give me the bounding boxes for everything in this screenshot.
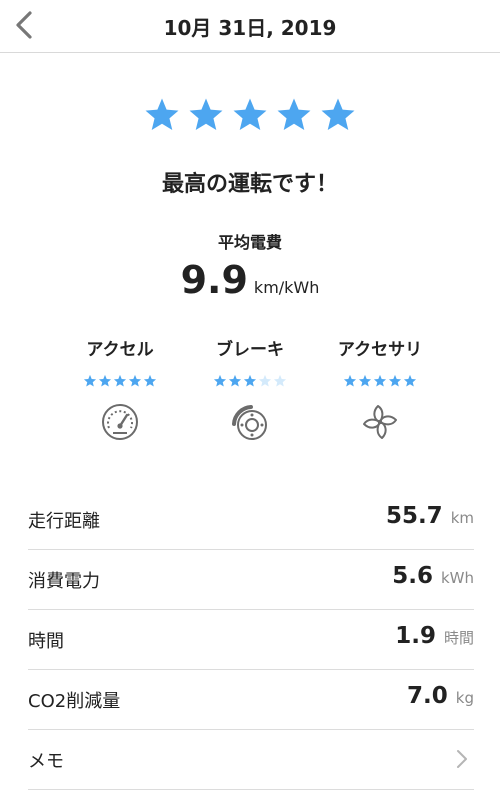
star-filled-icon xyxy=(343,374,357,387)
stat-value: 7.0 xyxy=(407,683,448,709)
star-filled-icon xyxy=(358,374,372,387)
top-bar: 10月 31日, 2019 xyxy=(0,0,500,53)
speedometer-icon xyxy=(102,404,138,440)
rating-headline: 最高の運転です！ xyxy=(161,172,338,197)
avg-efficiency: 9.9 km/kWh xyxy=(0,258,500,302)
stat-row-time: 時間 1.9 時間 xyxy=(28,610,474,670)
stat-row-energy: 消費電力 5.6 kWh xyxy=(28,550,474,610)
avg-efficiency-label: 平均電費 xyxy=(217,233,282,252)
star-filled-icon xyxy=(98,374,112,387)
star-empty-icon xyxy=(258,374,272,387)
stat-label: 消費電力 xyxy=(28,571,100,592)
category-label: アクセサリ xyxy=(337,340,423,360)
stat-row-co2: CO2削減量 7.0 kg xyxy=(28,670,474,730)
stat-unit: km xyxy=(450,509,474,527)
stat-value: 55.7 xyxy=(385,503,443,529)
star-filled-icon xyxy=(145,98,179,131)
star-filled-icon xyxy=(83,374,97,387)
star-filled-icon xyxy=(277,98,311,131)
star-filled-icon xyxy=(388,374,402,387)
star-filled-icon xyxy=(233,98,267,131)
chevron-right-icon xyxy=(457,750,467,768)
page-title: 10月 31日, 2019 xyxy=(163,16,337,40)
fan-icon xyxy=(363,405,397,439)
star-filled-icon xyxy=(143,374,157,387)
star-filled-icon xyxy=(243,374,257,387)
star-filled-icon xyxy=(228,374,242,387)
stat-value: 5.6 xyxy=(392,563,433,589)
stats-list: 走行距離 55.7 km 消費電力 5.6 kWh 時間 1.9 時間 CO2削減量 … xyxy=(28,490,474,790)
stat-unit: 時間 xyxy=(443,629,474,647)
stat-label: 走行距離 xyxy=(28,511,100,532)
stat-value: 1.9 xyxy=(395,623,436,649)
stat-unit: kWh xyxy=(440,569,474,587)
star-filled-icon xyxy=(213,374,227,387)
stat-label: CO2削減量 xyxy=(28,691,121,712)
star-filled-icon xyxy=(113,374,127,387)
star-filled-icon xyxy=(321,98,355,131)
star-filled-icon xyxy=(189,98,223,131)
star-filled-icon xyxy=(373,374,387,387)
memo-row[interactable]: メモ xyxy=(28,730,474,790)
star-filled-icon xyxy=(128,374,142,387)
star-filled-icon xyxy=(403,374,417,387)
stat-unit: kg xyxy=(455,689,474,707)
avg-efficiency-value: 9.9 xyxy=(180,258,248,302)
category-accessory: アクセサリ xyxy=(300,336,460,442)
overall-rating xyxy=(0,96,500,134)
avg-efficiency-unit: km/kWh xyxy=(253,278,320,297)
category-stars xyxy=(300,374,460,388)
brake-disc-icon xyxy=(232,405,267,440)
memo-label: メモ xyxy=(28,751,64,772)
stat-row-distance: 走行距離 55.7 km xyxy=(28,490,474,550)
star-empty-icon xyxy=(273,374,287,387)
stat-label: 時間 xyxy=(28,631,64,652)
